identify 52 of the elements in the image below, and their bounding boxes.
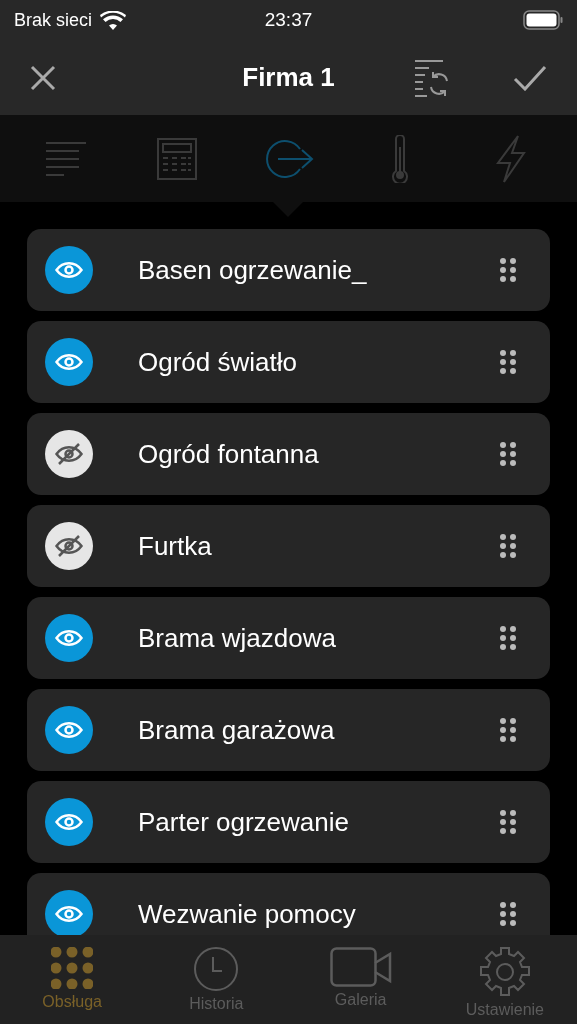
tab-bar-item[interactable]: Ustawienie	[432, 935, 577, 1024]
visibility-toggle[interactable]	[45, 890, 93, 935]
eye-icon	[55, 261, 83, 279]
drag-handle-icon[interactable]	[500, 718, 516, 742]
calculator-icon	[157, 137, 198, 180]
text-lines-icon	[44, 140, 87, 177]
carrier-label: Brak sieci	[14, 9, 93, 31]
item-name: Wezwanie pomocy	[138, 898, 357, 930]
drag-handle-icon[interactable]	[500, 902, 516, 926]
visibility-toggle[interactable]	[45, 338, 93, 386]
eye-icon	[55, 905, 83, 923]
thermometer-icon	[390, 134, 409, 183]
item-name: Brama wjazdowa	[138, 622, 337, 654]
drag-handle-icon[interactable]	[500, 442, 516, 466]
video-camera-icon	[329, 947, 392, 987]
item-name: Brama garażowa	[138, 714, 336, 746]
eye-slash-icon	[55, 442, 83, 466]
clock-icon	[194, 947, 239, 991]
tab-bar-item[interactable]: Obsługa	[0, 935, 145, 1024]
eye-icon	[55, 353, 83, 371]
visibility-toggle[interactable]	[45, 614, 93, 662]
drag-handle-icon[interactable]	[500, 350, 516, 374]
visibility-toggle[interactable]	[45, 706, 93, 754]
drag-handle-icon[interactable]	[500, 534, 516, 558]
item-name: Basen ogrzewanie_	[138, 254, 368, 286]
eye-slash-icon	[55, 534, 83, 558]
drag-handle-icon[interactable]	[500, 810, 516, 834]
lightning-icon	[496, 134, 527, 183]
wifi-icon	[100, 10, 127, 30]
confirm-button[interactable]	[513, 64, 547, 91]
drag-handle-icon[interactable]	[500, 258, 516, 282]
battery-icon	[523, 10, 563, 30]
drag-handle-icon[interactable]	[500, 626, 516, 650]
item-name: Ogród światło	[138, 346, 298, 378]
tab-bar-item[interactable]: Historia	[144, 935, 289, 1024]
item-name: Furtka	[138, 530, 213, 562]
visibility-toggle[interactable]	[45, 430, 93, 478]
visibility-toggle[interactable]	[45, 522, 93, 570]
visibility-toggle[interactable]	[45, 246, 93, 294]
visibility-toggle[interactable]	[45, 798, 93, 846]
grid-dots-icon	[51, 947, 94, 989]
nav-title: Firma 1	[242, 62, 335, 93]
close-button[interactable]	[30, 64, 56, 91]
tab-bar-item[interactable]: Galeria	[288, 935, 433, 1024]
item-name: Ogród fontanna	[138, 438, 320, 470]
status-time: 23:37	[264, 9, 313, 31]
eye-icon	[55, 629, 83, 647]
item-name: Parter ogrzewanie	[138, 806, 350, 838]
settings-icon	[479, 947, 530, 997]
eye-icon	[55, 721, 83, 739]
eye-icon	[55, 813, 83, 831]
sort-refresh-button[interactable]	[413, 58, 451, 97]
